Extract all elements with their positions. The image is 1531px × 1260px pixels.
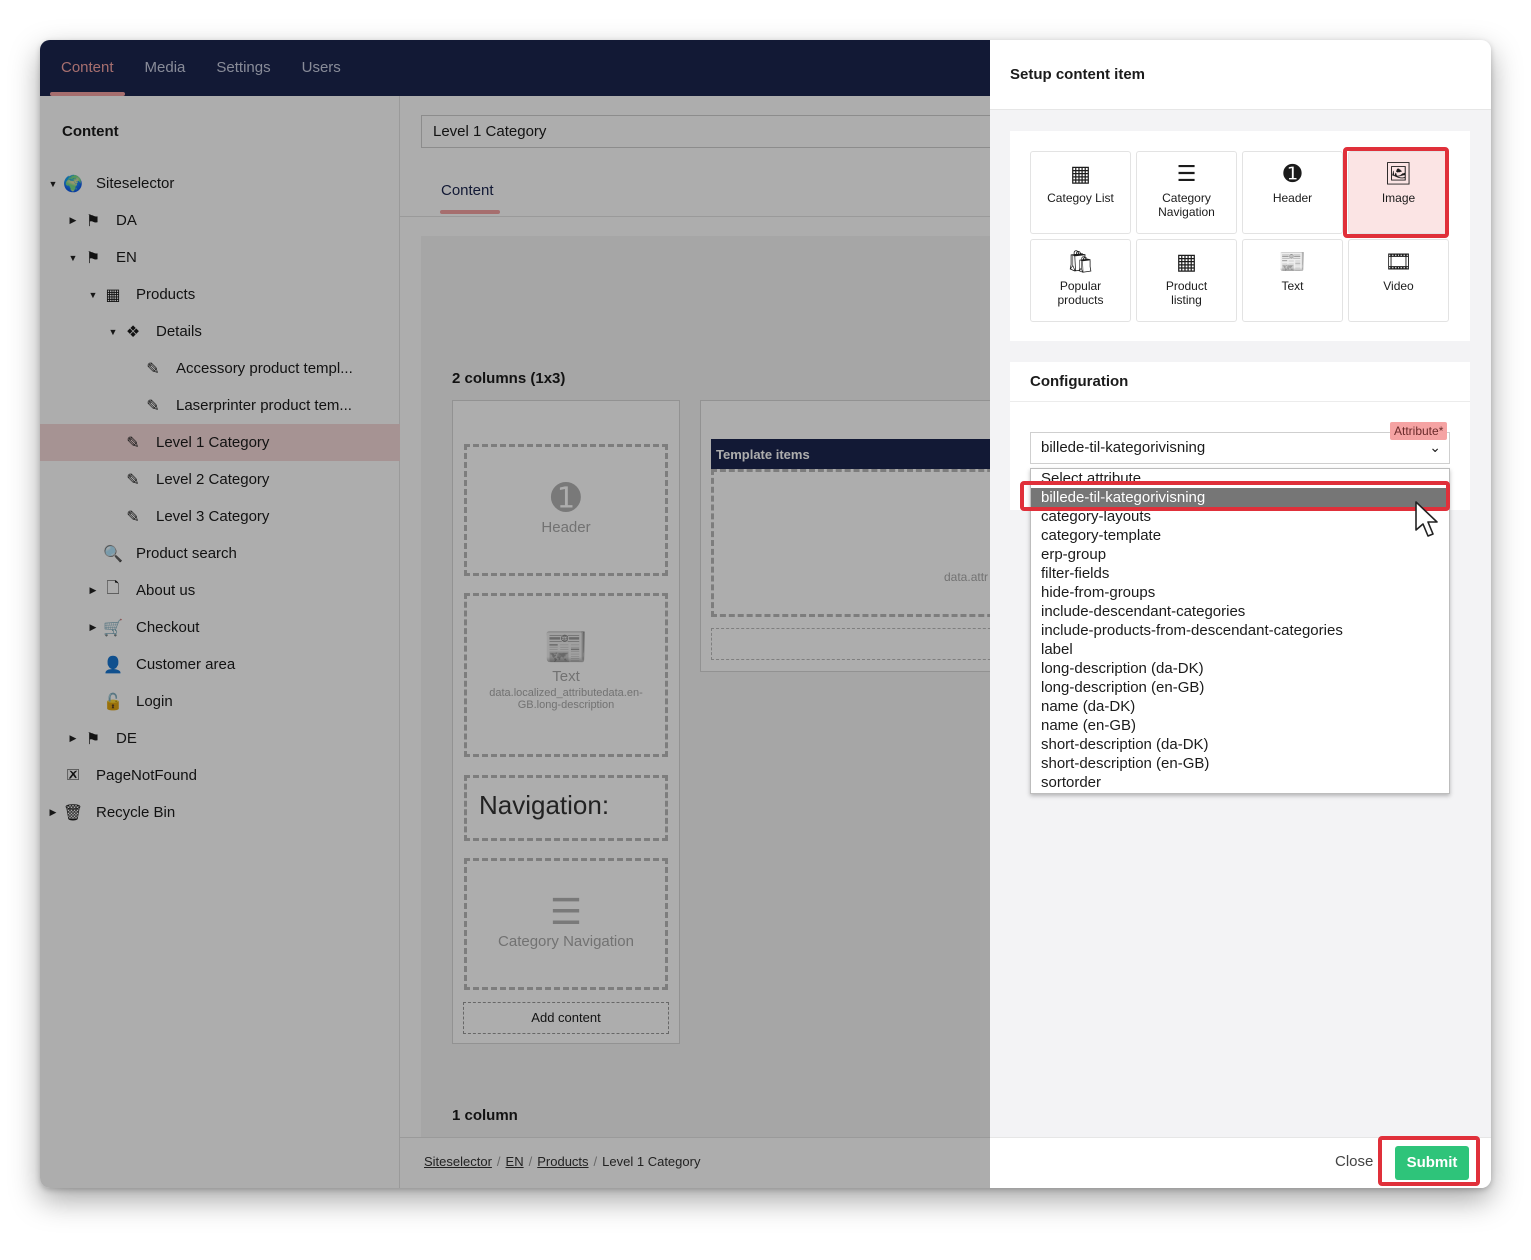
dropdown-option[interactable]: short-description (en-GB) <box>1031 754 1449 773</box>
dropdown-option[interactable]: label <box>1031 640 1449 659</box>
modal-backdrop[interactable] <box>40 40 990 1188</box>
dropdown-option[interactable]: hide-from-groups <box>1031 583 1449 602</box>
tile-categoy-list[interactable]: ▦ Categoy List <box>1030 151 1131 234</box>
grid-icon: ▦ <box>1070 161 1091 186</box>
dropdown-option[interactable]: include-descendant-categories <box>1031 602 1449 621</box>
attribute-required-badge: Attribute* <box>1390 422 1448 440</box>
dropdown-option[interactable]: erp-group <box>1031 545 1449 564</box>
film-icon: 🎞 <box>1384 249 1413 274</box>
dropdown-option[interactable]: include-products-from-descendant-categor… <box>1031 621 1449 640</box>
mouse-cursor-icon <box>1415 501 1438 537</box>
dropdown-option[interactable]: filter-fields <box>1031 564 1449 583</box>
tile-label: Header <box>1272 191 1313 205</box>
tile-text[interactable]: 📰 Text <box>1242 239 1343 322</box>
dropdown-option[interactable]: name (da-DK) <box>1031 697 1449 716</box>
text-doc-icon: 📰 <box>1278 249 1307 274</box>
tile-label: Video <box>1383 279 1414 293</box>
attribute-select-value: billede-til-kategorivisning <box>1041 439 1206 456</box>
grid-icon: ▦ <box>1176 249 1197 274</box>
dropdown-option[interactable]: long-description (en-GB) <box>1031 678 1449 697</box>
tile-label: Categoy List <box>1047 191 1114 205</box>
tile-popular-products[interactable]: 🛍 Popular products <box>1030 239 1131 322</box>
configuration-title: Configuration <box>1010 362 1470 402</box>
bag-icon: 🛍 <box>1066 249 1095 274</box>
dropdown-option[interactable]: short-description (da-DK) <box>1031 735 1449 754</box>
app-window: Content Media Settings Users Content ▼ 🌍 S… <box>40 40 1491 1188</box>
panel-title: Setup content item <box>990 40 1491 110</box>
tile-video[interactable]: 🎞 Video <box>1348 239 1449 322</box>
attribute-select[interactable]: billede-til-kategorivisning ⌄ <box>1030 432 1450 464</box>
tile-product-listing[interactable]: ▦ Product listing <box>1136 239 1237 322</box>
chevron-down-icon: ⌄ <box>1429 439 1441 455</box>
image-tile-highlight <box>1343 147 1449 238</box>
header-number-icon: ➊ <box>1283 161 1302 186</box>
selected-option-highlight <box>1020 481 1450 511</box>
tile-label: Text <box>1281 279 1304 293</box>
tile-label: Popular products <box>1057 279 1104 307</box>
tile-label: Product listing <box>1165 279 1208 307</box>
tile-label: Category Navigation <box>1158 191 1215 219</box>
list-icon: ☰ <box>1176 161 1197 186</box>
close-button[interactable]: Close <box>1335 1153 1373 1170</box>
dropdown-option[interactable]: sortorder <box>1031 773 1449 792</box>
submit-highlight <box>1378 1136 1480 1186</box>
dropdown-option[interactable]: long-description (da-DK) <box>1031 659 1449 678</box>
attribute-dropdown-list: Select attribute billede-til-kategorivisn… <box>1030 468 1450 794</box>
tile-category-navigation[interactable]: ☰ Category Navigation <box>1136 151 1237 234</box>
dropdown-option[interactable]: category-template <box>1031 526 1449 545</box>
tile-header[interactable]: ➊ Header <box>1242 151 1343 234</box>
dropdown-option[interactable]: name (en-GB) <box>1031 716 1449 735</box>
